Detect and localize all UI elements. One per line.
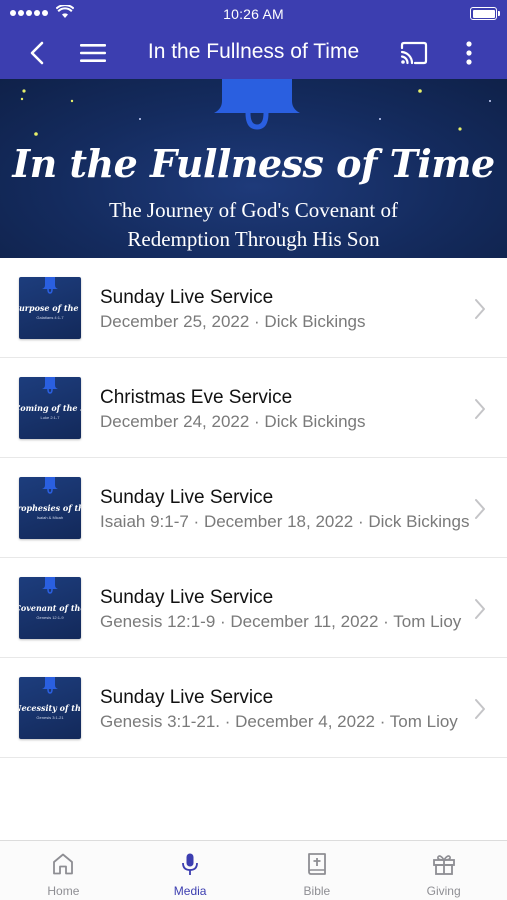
status-bar: 10:26 AM — [0, 0, 507, 28]
banner-subtitle-line1: The Journey of God's Covenant of — [109, 198, 398, 222]
bell-icon — [42, 577, 58, 594]
chevron-right-icon — [475, 499, 485, 519]
status-time: 10:26 AM — [223, 6, 284, 22]
home-icon — [53, 853, 74, 875]
navigation-bar: In the Fullness of Time — [0, 28, 507, 79]
tab-media[interactable]: Media — [127, 841, 254, 900]
series-banner: In the Fullness of Time The Journey of G… — [0, 79, 507, 258]
list-item[interactable]: Coming of the S Luke 2:1-7 Christmas Eve… — [0, 358, 507, 458]
page-title: In the Fullness of Time — [147, 40, 360, 63]
tab-home[interactable]: Home — [0, 841, 127, 900]
bible-icon — [307, 853, 326, 875]
bell-icon — [42, 677, 58, 694]
item-title: Sunday Live Service — [100, 687, 274, 708]
chevron-right-icon — [475, 699, 485, 719]
sermon-thumbnail: Purpose of the S Galatians 4:1-7 — [19, 277, 81, 339]
banner-title: In the Fullness of Time — [12, 141, 495, 186]
tab-bible[interactable]: Bible — [254, 841, 381, 900]
sermon-thumbnail: Covenant of the Genesis 12:1-9 — [19, 577, 81, 639]
bell-icon — [42, 377, 58, 394]
item-subtitle: Genesis 12:1-9 · December 11, 2022 · Tom… — [100, 612, 462, 631]
sermon-thumbnail: Prophesies of the Isaiah & Micah — [19, 477, 81, 539]
tab-label: Giving — [426, 884, 461, 898]
back-button[interactable] — [24, 38, 52, 68]
gift-icon — [432, 855, 455, 875]
list-item[interactable]: Prophesies of the Isaiah & Micah Sunday … — [0, 458, 507, 558]
tab-label: Bible — [303, 884, 331, 898]
tab-giving[interactable]: Giving — [380, 841, 507, 900]
item-title: Sunday Live Service — [100, 587, 274, 608]
tab-label: Media — [173, 884, 207, 898]
item-title: Christmas Eve Service — [100, 387, 293, 408]
tab-bar: Home Media Bible Giving — [0, 840, 507, 900]
top-bar: 10:26 AM In the Fullness of Time — [0, 0, 507, 79]
item-title: Sunday Live Service — [100, 487, 274, 508]
item-subtitle: December 24, 2022 · Dick Bickings — [100, 412, 366, 431]
microphone-icon — [182, 853, 199, 875]
chevron-right-icon — [475, 599, 485, 619]
more-options-button[interactable] — [461, 38, 477, 68]
item-subtitle: Isaiah 9:1-7 · December 18, 2022 · Dick … — [100, 512, 470, 531]
list-item[interactable]: Necessity of the Genesis 3:1-21 Sunday L… — [0, 658, 507, 758]
chevron-right-icon — [475, 399, 485, 419]
list-item[interactable]: Covenant of the Genesis 12:1-9 Sunday Li… — [0, 558, 507, 658]
bell-icon — [42, 477, 58, 494]
cast-button[interactable] — [399, 40, 429, 66]
bell-icon — [42, 277, 58, 294]
sermon-thumbnail: Coming of the S Luke 2:1-7 — [19, 377, 81, 439]
media-list: Purpose of the S Galatians 4:1-7 Sunday … — [0, 258, 507, 758]
list-item[interactable]: Purpose of the S Galatians 4:1-7 Sunday … — [0, 258, 507, 358]
item-subtitle: December 25, 2022 · Dick Bickings — [100, 312, 366, 331]
banner-subtitle-line2: Redemption Through His Son — [127, 227, 380, 251]
hamburger-menu-button[interactable] — [78, 40, 108, 66]
battery-icon — [470, 7, 500, 20]
sermon-thumbnail: Necessity of the Genesis 3:1-21 — [19, 677, 81, 739]
item-title: Sunday Live Service — [100, 287, 274, 308]
chevron-right-icon — [475, 299, 485, 319]
item-subtitle: Genesis 3:1-21. · December 4, 2022 · Tom… — [100, 712, 458, 731]
tab-label: Home — [47, 884, 80, 898]
